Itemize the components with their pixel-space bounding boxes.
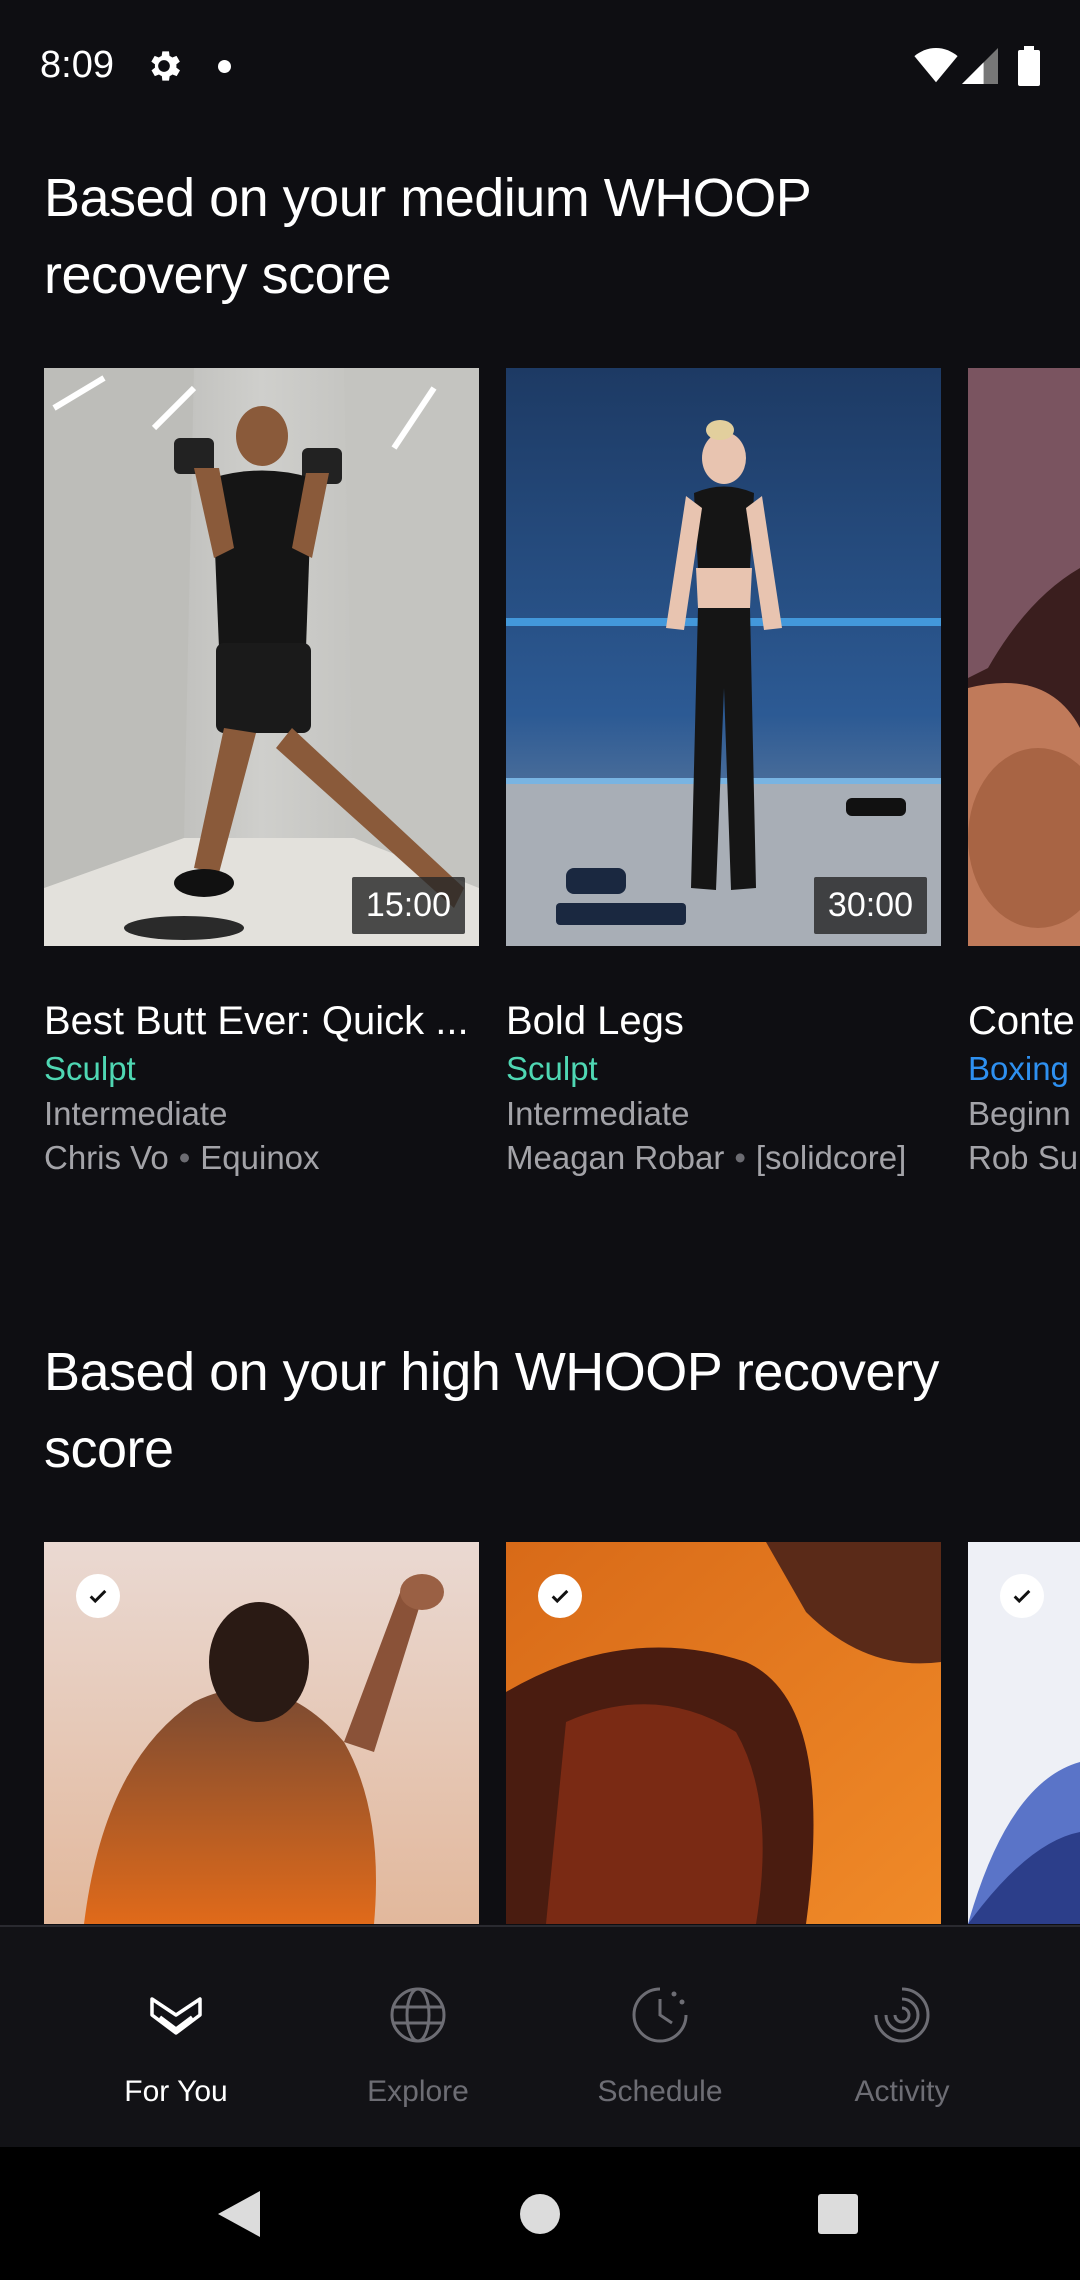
workout-level: Intermediate: [506, 1095, 690, 1132]
workout-info: Best Butt Ever: Quick ... Sculpt Interme…: [44, 996, 479, 1180]
workout-category: Sculpt: [506, 1050, 598, 1087]
trainer-photo: [506, 368, 941, 946]
separator-dot: •: [178, 1139, 191, 1176]
studio-name: Equinox: [200, 1139, 320, 1176]
trainer-name: Chris Vo: [44, 1139, 169, 1176]
workout-level: Intermediate: [44, 1095, 228, 1132]
workout-trainer: Rob Su: [968, 1139, 1079, 1176]
workout-trainer: Chris Vo • Equinox: [44, 1136, 479, 1180]
bottom-nav: For You Explore Schedule Activity: [0, 1925, 1080, 2147]
workout-level: Beginn: [968, 1095, 1071, 1132]
workout-category: Boxing: [968, 1050, 1069, 1087]
tab-for-you[interactable]: For You: [56, 1927, 296, 2147]
completed-check-icon: [538, 1574, 582, 1618]
tab-label: Activity: [854, 2075, 950, 2108]
globe-icon: [390, 1987, 446, 2043]
wifi-icon: [914, 48, 958, 83]
workout-thumbnail: 15:00: [44, 368, 479, 946]
whoop-heart-icon: [150, 1997, 202, 2035]
workout-category: Sculpt: [44, 1050, 136, 1087]
tab-label: Explore: [367, 2075, 469, 2108]
workout-title: Conte: [968, 999, 1075, 1043]
clock-icon: [632, 1987, 688, 2043]
notification-dot-icon: [218, 60, 231, 73]
tab-schedule[interactable]: Schedule: [540, 1927, 780, 2147]
tab-activity[interactable]: Activity: [782, 1927, 1022, 2147]
cell-signal-icon: [962, 48, 998, 84]
duration-badge: 15:00: [351, 877, 465, 934]
separator-dot: •: [734, 1139, 746, 1176]
recents-icon[interactable]: [818, 2194, 858, 2234]
activity-spiral-icon: [874, 1987, 930, 2043]
status-bar: 8:09: [0, 0, 1080, 135]
tab-label: Schedule: [597, 2075, 723, 2108]
gear-icon: [151, 51, 180, 81]
completed-check-icon: [1000, 1574, 1044, 1618]
trainer-photo: [968, 368, 1080, 946]
workout-title: Best Butt Ever: Quick ...: [44, 999, 469, 1043]
home-icon[interactable]: [520, 2194, 560, 2234]
battery-icon: [1018, 46, 1040, 86]
workout-title: Bold Legs: [506, 999, 684, 1043]
studio-name: [solidcore]: [755, 1139, 907, 1176]
workout-thumbnail: [506, 1542, 941, 1924]
workout-thumbnail: 30:00: [506, 368, 941, 946]
workout-info: Bold Legs Sculpt Intermediate Meagan Rob…: [506, 996, 941, 1180]
tab-label: For You: [124, 2075, 228, 2108]
section-title-high-recovery: Based on your high WHOOP recovery score: [44, 1342, 939, 1479]
status-time: 8:09: [40, 44, 114, 86]
screen: 8:09 Based on your medium WHOOP recovery…: [0, 0, 1080, 2280]
trainer-name: Meagan Robar: [506, 1139, 725, 1176]
completed-check-icon: [76, 1574, 120, 1618]
trainer-photo: [44, 368, 479, 946]
section-title-medium-recovery: Based on your medium WHOOP recovery scor…: [44, 168, 811, 305]
workout-thumbnail: [968, 368, 1080, 946]
back-icon[interactable]: [218, 2191, 260, 2237]
workout-thumbnail: [968, 1542, 1080, 1924]
workout-thumbnail: [44, 1542, 479, 1924]
duration-badge: 30:00: [813, 877, 927, 934]
workout-trainer: Meagan Robar • [solidcore]: [506, 1136, 941, 1180]
tab-explore[interactable]: Explore: [298, 1927, 538, 2147]
workout-info: Conte Boxing Beginn Rob Su: [968, 996, 1080, 1180]
